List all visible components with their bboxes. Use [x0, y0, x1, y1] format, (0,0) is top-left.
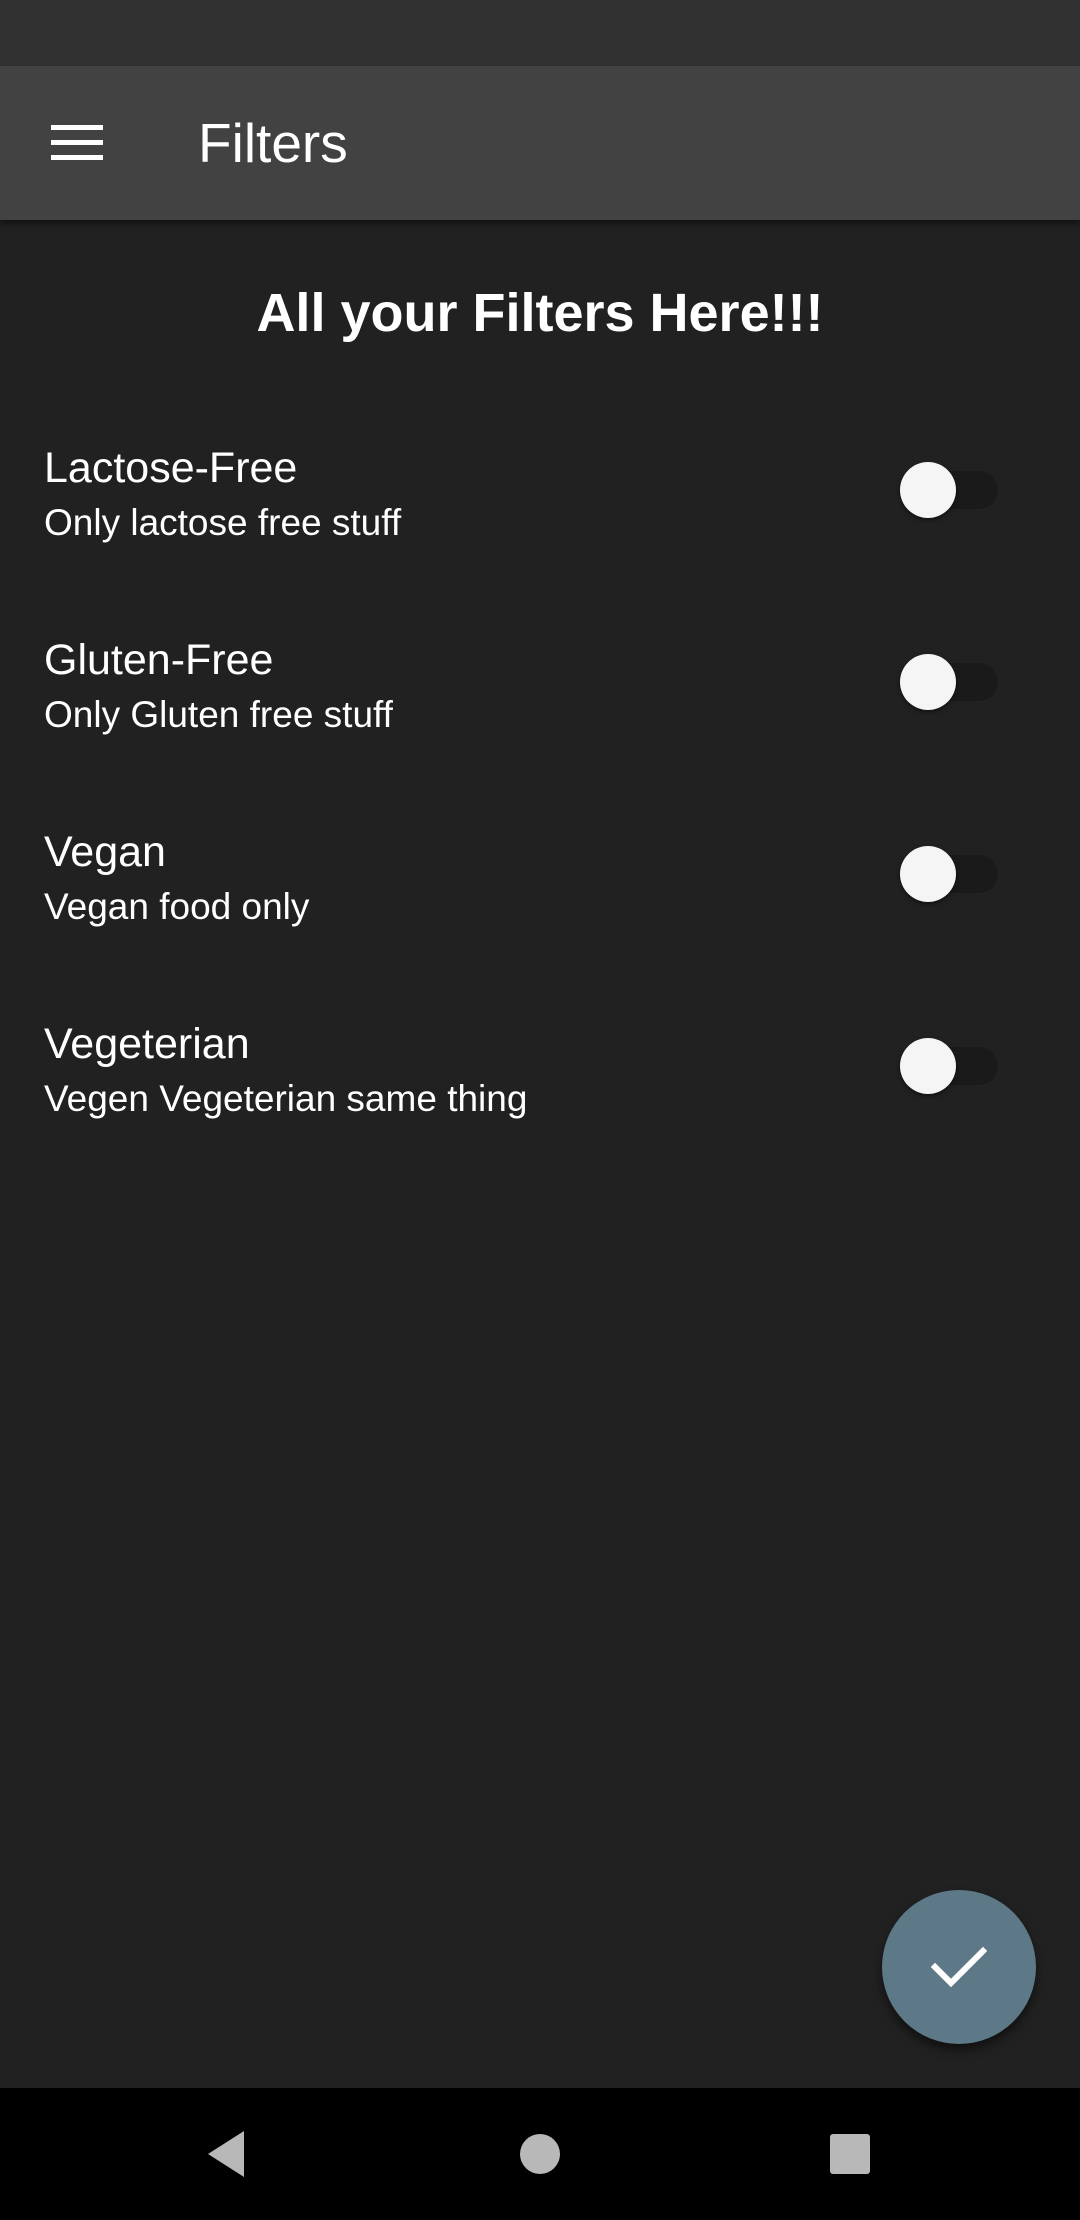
- filter-title: Gluten-Free: [44, 636, 274, 684]
- filter-subtitle: Only lactose free stuff: [44, 502, 402, 543]
- filter-title: Lactose-Free: [44, 444, 298, 492]
- switch-thumb: [900, 846, 956, 902]
- lactose-free-switch[interactable]: [898, 452, 1004, 518]
- recents-icon: [830, 2134, 870, 2174]
- menu-icon: [51, 125, 103, 160]
- system-nav-bar: [0, 2088, 1080, 2220]
- switch-thumb: [900, 1038, 956, 1094]
- menu-button[interactable]: [28, 97, 126, 189]
- switch-thumb: [900, 462, 956, 518]
- back-button[interactable]: [186, 2114, 266, 2194]
- save-filters-fab[interactable]: [882, 1890, 1036, 2044]
- filter-subtitle: Vegan food only: [44, 886, 310, 927]
- back-icon: [208, 2131, 244, 2177]
- home-icon: [520, 2134, 560, 2174]
- page-title: Filters: [198, 112, 348, 174]
- check-icon: [931, 1946, 987, 1988]
- filter-item-gluten-free[interactable]: Gluten-Free Only Gluten free stuff: [0, 632, 1080, 782]
- filter-item-vegan[interactable]: Vegan Vegan food only: [0, 824, 1080, 974]
- filter-subtitle: Vegen Vegeterian same thing: [44, 1078, 528, 1119]
- filters-screen: All your Filters Here!!! Lactose-Free On…: [0, 220, 1080, 2088]
- home-button[interactable]: [500, 2114, 580, 2194]
- app-bar: Filters: [0, 66, 1080, 220]
- filter-item-lactose-free[interactable]: Lactose-Free Only lactose free stuff: [0, 440, 1080, 590]
- status-bar: [0, 0, 1080, 66]
- filters-heading: All your Filters Here!!!: [256, 283, 824, 343]
- vegeterian-switch[interactable]: [898, 1028, 1004, 1094]
- vegan-switch[interactable]: [898, 836, 1004, 902]
- switch-thumb: [900, 654, 956, 710]
- filter-item-vegeterian[interactable]: Vegeterian Vegen Vegeterian same thing: [0, 1016, 1080, 1166]
- filter-title: Vegeterian: [44, 1020, 250, 1068]
- gluten-free-switch[interactable]: [898, 644, 1004, 710]
- filter-subtitle: Only Gluten free stuff: [44, 694, 393, 735]
- recents-button[interactable]: [810, 2114, 890, 2194]
- filter-title: Vegan: [44, 828, 166, 876]
